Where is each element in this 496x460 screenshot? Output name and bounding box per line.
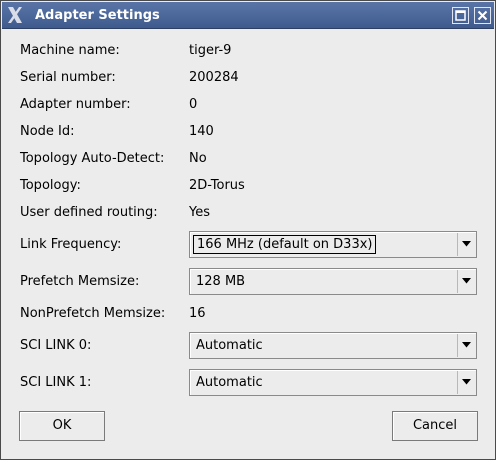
link-frequency-selected: 166 MHz (default on D33x): [193, 235, 377, 254]
sci-link-1-dropdown-button[interactable]: [457, 371, 475, 394]
topology-value: 2D-Torus: [189, 178, 245, 193]
ok-button[interactable]: OK: [19, 411, 105, 441]
sci-link-0-dropdown-button[interactable]: [457, 334, 475, 357]
sci-link-1-label: SCI LINK 1:: [20, 375, 92, 390]
sci-link-0-label: SCI LINK 0:: [20, 338, 92, 353]
maximize-button[interactable]: [452, 7, 469, 24]
user-routing-label: User defined routing:: [20, 205, 158, 220]
sci-link-0-select[interactable]: Automatic: [189, 332, 477, 359]
sci-link-1-selected: Automatic: [196, 375, 263, 390]
adapter-number-value: 0: [189, 97, 198, 112]
prefetch-memsize-selected: 128 MB: [196, 274, 246, 289]
prefetch-memsize-dropdown-button[interactable]: [457, 270, 475, 293]
node-id-label: Node Id:: [20, 124, 75, 139]
link-frequency-select[interactable]: 166 MHz (default on D33x): [189, 231, 477, 258]
link-frequency-label: Link Frequency:: [20, 237, 122, 252]
nonprefetch-memsize-label: NonPrefetch Memsize:: [20, 306, 166, 321]
user-routing-value: Yes: [189, 205, 210, 220]
chevron-down-icon: [462, 379, 471, 385]
machine-name-value: tiger-9: [189, 43, 232, 58]
topology-autodetect-value: No: [189, 151, 207, 166]
link-frequency-dropdown-button[interactable]: [457, 233, 475, 256]
x-logo-icon[interactable]: [6, 6, 24, 24]
maximize-icon: [455, 10, 466, 21]
topology-autodetect-label: Topology Auto-Detect:: [20, 151, 165, 166]
close-icon: [477, 10, 488, 21]
node-id-value: 140: [189, 124, 214, 139]
topology-label: Topology:: [20, 178, 81, 193]
title-bar[interactable]: Adapter Settings: [2, 2, 494, 29]
window-title: Adapter Settings: [35, 8, 160, 23]
chevron-down-icon: [462, 342, 471, 348]
machine-name-label: Machine name:: [20, 43, 120, 58]
nonprefetch-memsize-value: 16: [189, 306, 206, 321]
serial-number-label: Serial number:: [20, 70, 116, 85]
sci-link-0-selected: Automatic: [196, 338, 263, 353]
close-button[interactable]: [474, 7, 491, 24]
adapter-settings-window: Adapter Settings Machine name: tiger-9 S…: [0, 0, 496, 460]
prefetch-memsize-label: Prefetch Memsize:: [20, 274, 140, 289]
cancel-button[interactable]: Cancel: [392, 411, 478, 441]
adapter-number-label: Adapter number:: [20, 97, 131, 112]
chevron-down-icon: [462, 241, 471, 247]
chevron-down-icon: [462, 278, 471, 284]
prefetch-memsize-select[interactable]: 128 MB: [189, 268, 477, 295]
sci-link-1-select[interactable]: Automatic: [189, 369, 477, 396]
serial-number-value: 200284: [189, 70, 239, 85]
